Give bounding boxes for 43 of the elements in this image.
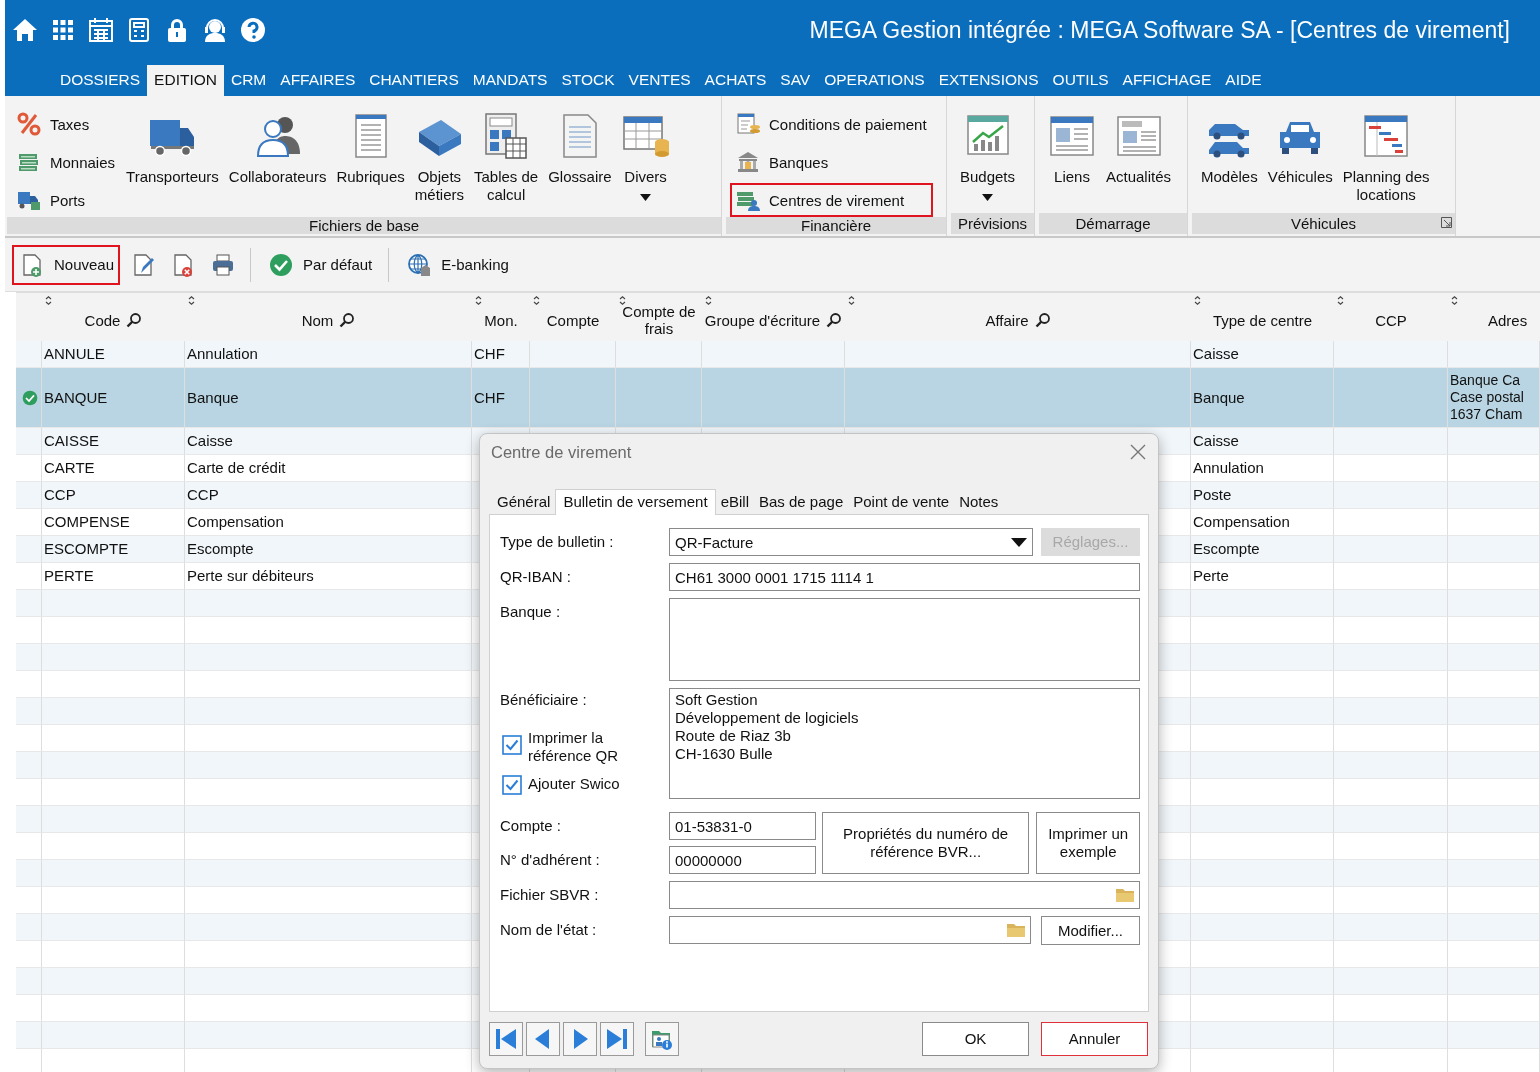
table-cell: CAISSE: [44, 432, 100, 450]
table-cell: Banque Ca Case postal 1637 Cham: [1450, 372, 1524, 423]
group-label: Démarrage: [1075, 215, 1151, 232]
field-label: Fichier SBVR :: [500, 886, 599, 903]
table-cell: CARTE: [44, 459, 95, 477]
table-cell: Carte de crédit: [187, 459, 286, 477]
group-label: Financière: [800, 217, 871, 234]
table-cell: Perte sur débiteurs: [187, 567, 314, 585]
window-title: MEGA Gestion intégrée : MEGA Software SA - [Centres de virement]: [809, 16, 1510, 44]
table-cell: Compensation: [1193, 513, 1290, 531]
table-cell: Caisse: [1193, 345, 1239, 363]
table-cell: ESCOMPTE: [44, 540, 129, 558]
checkbox-label: Imprimer la référence QR: [528, 729, 619, 765]
table-cell: Annulation: [1193, 459, 1264, 477]
group-label: Fichiers de base: [308, 217, 420, 234]
table-cell: CHF: [474, 388, 505, 407]
field-label: Bénéficiaire :: [500, 691, 587, 708]
table-cell: Caisse: [187, 432, 233, 450]
table-cell: Escompte: [187, 540, 254, 558]
group-label: Véhicules: [1290, 215, 1356, 232]
table-cell: CCP: [187, 486, 219, 504]
table-cell: Caisse: [1193, 432, 1239, 450]
table-cell: COMPENSE: [44, 513, 130, 531]
field-label: N° d'adhérent :: [500, 851, 600, 868]
table-cell: CHF: [474, 345, 505, 363]
field-label: Compte :: [500, 817, 561, 834]
field-label: QR-IBAN :: [500, 568, 571, 585]
table-cell: Compensation: [187, 513, 284, 531]
field-label: Type de bulletin :: [500, 533, 614, 550]
field-label: Banque :: [500, 603, 561, 620]
table-cell: Poste: [1193, 486, 1232, 504]
table-cell: PERTE: [44, 567, 94, 585]
table-cell: BANQUE: [44, 388, 108, 407]
checkbox-label: Ajouter Swico: [528, 775, 620, 793]
table-cell: CCP: [44, 486, 76, 504]
table-cell: Banque: [187, 388, 239, 407]
group-label: Prévisions: [957, 215, 1028, 232]
table-cell: Banque: [1193, 388, 1245, 407]
table-cell: Perte: [1193, 567, 1229, 585]
table-cell: ANNULE: [44, 345, 105, 363]
table-cell: Escompte: [1193, 540, 1260, 558]
table-cell: Annulation: [187, 345, 258, 363]
field-label: Nom de l'état :: [500, 921, 597, 938]
